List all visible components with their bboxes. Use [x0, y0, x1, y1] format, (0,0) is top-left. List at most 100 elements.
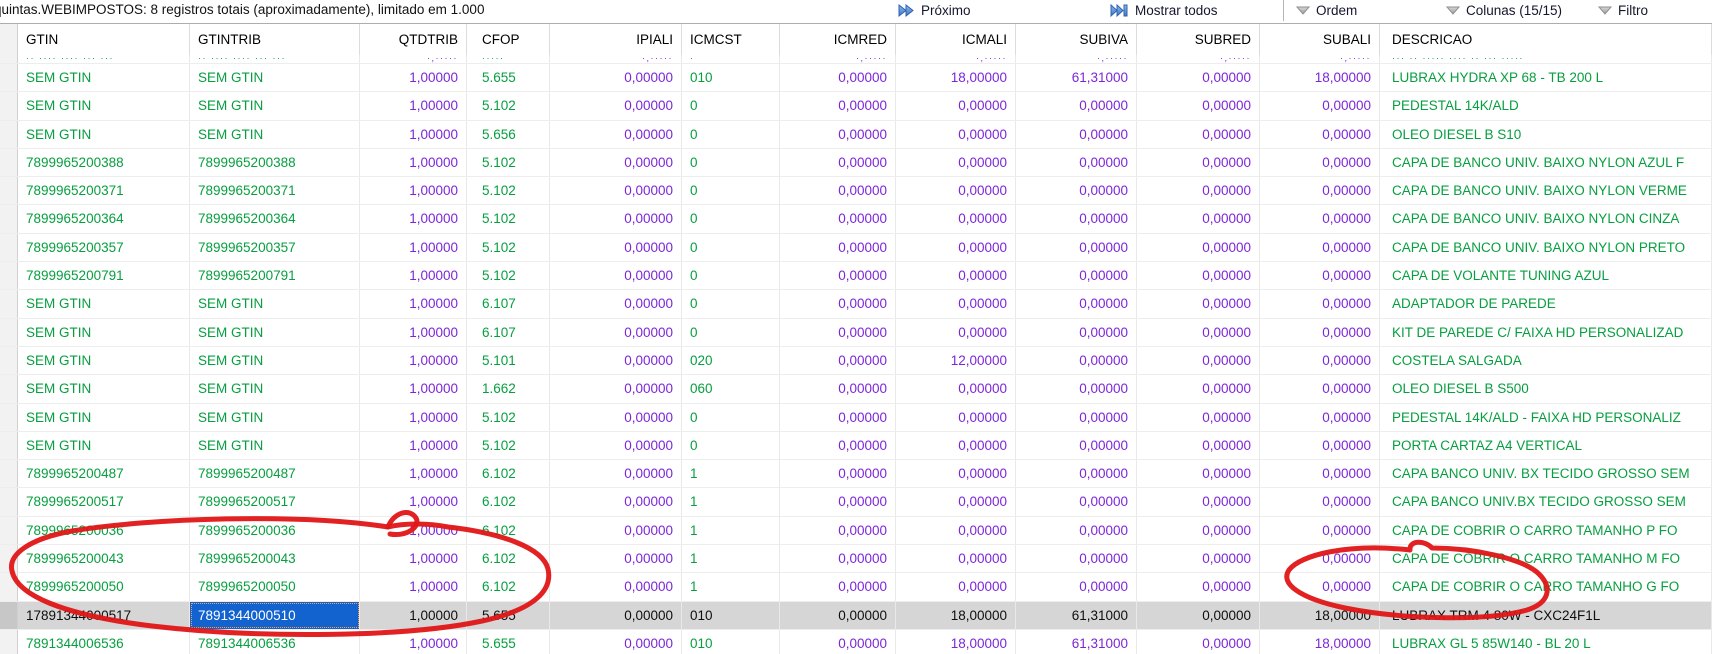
cell-descricao[interactable]: CAPA DE COBRIR O CARRO TAMANHO P FO: [1380, 517, 1712, 544]
cell-descricao[interactable]: OLEO DIESEL B S500: [1380, 375, 1712, 402]
cell-icmred[interactable]: 0,00000: [780, 573, 896, 600]
cell-gtin[interactable]: 7899965200364: [18, 205, 190, 232]
clipped-cell-qtdtrib[interactable]: ·,·····: [360, 55, 467, 63]
cell-icmcst[interactable]: 0: [682, 290, 780, 317]
table-row[interactable]: SEM GTINSEM GTIN1,000005.6560,0000000,00…: [0, 121, 1712, 149]
cell-icmred[interactable]: 0,00000: [780, 375, 896, 402]
cell-subali[interactable]: 0,00000: [1260, 488, 1380, 515]
cell-subiva[interactable]: 0,00000: [1016, 404, 1137, 431]
cell-icmcst[interactable]: 0: [682, 121, 780, 148]
clipped-row[interactable]: ·· ···· ···· ··· ····· ···· ···· ··· ···…: [0, 55, 1712, 64]
cell-icmred[interactable]: 0,00000: [780, 290, 896, 317]
cell-subred[interactable]: 0,00000: [1137, 121, 1260, 148]
cell-subiva[interactable]: 0,00000: [1016, 517, 1137, 544]
cell-cfop[interactable]: 5.102: [467, 205, 550, 232]
cell-subiva[interactable]: 0,00000: [1016, 347, 1137, 374]
cell-icmred[interactable]: 0,00000: [780, 545, 896, 572]
cell-icmred[interactable]: 0,00000: [780, 404, 896, 431]
clipped-cell-icmred[interactable]: ·,·····: [780, 55, 896, 63]
table-row[interactable]: SEM GTINSEM GTIN1,000005.6550,000000100,…: [0, 64, 1712, 92]
cell-cfop[interactable]: 6.102: [467, 488, 550, 515]
cell-qtdtrib[interactable]: 1,00000: [360, 432, 467, 459]
cell-descricao[interactable]: PORTA CARTAZ A4 VERTICAL: [1380, 432, 1712, 459]
cell-qtdtrib[interactable]: 1,00000: [360, 121, 467, 148]
cell-gtin[interactable]: 7899965200371: [18, 177, 190, 204]
cell-icmali[interactable]: 18,00000: [896, 64, 1016, 91]
cell-subred[interactable]: 0,00000: [1137, 234, 1260, 261]
cell-ipiali[interactable]: 0,00000: [550, 404, 682, 431]
clipped-cell-gtin[interactable]: ·· ···· ···· ··· ···: [18, 55, 190, 63]
cell-icmali[interactable]: 18,00000: [896, 630, 1016, 654]
cell-icmred[interactable]: 0,00000: [780, 488, 896, 515]
cell-subali[interactable]: 18,00000: [1260, 64, 1380, 91]
cell-icmred[interactable]: 0,00000: [780, 432, 896, 459]
cell-gtin[interactable]: SEM GTIN: [18, 404, 190, 431]
cell-icmali[interactable]: 0,00000: [896, 460, 1016, 487]
cell-gtintrib[interactable]: 7899965200036: [190, 517, 360, 544]
cell-subiva[interactable]: 0,00000: [1016, 177, 1137, 204]
cell-ipiali[interactable]: 0,00000: [550, 149, 682, 176]
cell-descricao[interactable]: CAPA DE COBRIR O CARRO TAMANHO G FO: [1380, 573, 1712, 600]
cell-icmred[interactable]: 0,00000: [780, 630, 896, 654]
cell-subred[interactable]: 0,00000: [1137, 347, 1260, 374]
cell-ipiali[interactable]: 0,00000: [550, 347, 682, 374]
row-gutter[interactable]: [0, 177, 18, 204]
table-row[interactable]: SEM GTINSEM GTIN1,000001.6620,000000600,…: [0, 375, 1712, 403]
cell-gtintrib[interactable]: SEM GTIN: [190, 64, 360, 91]
table-row[interactable]: SEM GTINSEM GTIN1,000005.1010,000000200,…: [0, 347, 1712, 375]
cell-cfop[interactable]: 5.655: [467, 630, 550, 654]
cell-gtintrib[interactable]: SEM GTIN: [190, 290, 360, 317]
cell-icmali[interactable]: 0,00000: [896, 177, 1016, 204]
row-gutter[interactable]: [0, 92, 18, 119]
cell-descricao[interactable]: PEDESTAL 14K/ALD - FAIXA HD PERSONALIZ: [1380, 404, 1712, 431]
cell-ipiali[interactable]: 0,00000: [550, 262, 682, 289]
column-header-qtdtrib[interactable]: QTDTRIB: [360, 24, 467, 55]
cell-gtintrib[interactable]: 7899965200371: [190, 177, 360, 204]
cell-gtin[interactable]: 7899965200043: [18, 545, 190, 572]
row-gutter[interactable]: [0, 432, 18, 459]
cell-qtdtrib[interactable]: 1,00000: [360, 602, 467, 629]
cell-cfop[interactable]: 5.102: [467, 404, 550, 431]
cell-subali[interactable]: 0,00000: [1260, 573, 1380, 600]
cell-subred[interactable]: 0,00000: [1137, 517, 1260, 544]
cell-icmali[interactable]: 18,00000: [896, 602, 1016, 629]
table-row[interactable]: 789996520037178999652003711,000005.1020,…: [0, 177, 1712, 205]
cell-gtintrib[interactable]: 7899965200388: [190, 149, 360, 176]
cell-icmali[interactable]: 0,00000: [896, 121, 1016, 148]
cell-icmali[interactable]: 0,00000: [896, 234, 1016, 261]
cell-gtin[interactable]: 7899965200517: [18, 488, 190, 515]
row-gutter[interactable]: [0, 319, 18, 346]
cell-gtintrib[interactable]: SEM GTIN: [190, 92, 360, 119]
cell-gtin[interactable]: 7899965200791: [18, 262, 190, 289]
cell-icmcst[interactable]: 1: [682, 460, 780, 487]
clipped-cell-subali[interactable]: ·,·····: [1260, 55, 1380, 63]
cell-ipiali[interactable]: 0,00000: [550, 121, 682, 148]
cell-gtin[interactable]: 7899965200050: [18, 573, 190, 600]
cell-gtintrib[interactable]: SEM GTIN: [190, 404, 360, 431]
cell-gtin[interactable]: SEM GTIN: [18, 290, 190, 317]
cell-descricao[interactable]: CAPA DE BANCO UNIV. BAIXO NYLON AZUL F: [1380, 149, 1712, 176]
cell-cfop[interactable]: 5.102: [467, 149, 550, 176]
row-gutter[interactable]: [0, 347, 18, 374]
cell-gtin[interactable]: 7899965200487: [18, 460, 190, 487]
cell-cfop[interactable]: 5.655: [467, 64, 550, 91]
cell-gtintrib[interactable]: SEM GTIN: [190, 432, 360, 459]
cell-icmcst[interactable]: 1: [682, 488, 780, 515]
cell-subiva[interactable]: 0,00000: [1016, 573, 1137, 600]
cell-subiva[interactable]: 0,00000: [1016, 290, 1137, 317]
cell-ipiali[interactable]: 0,00000: [550, 517, 682, 544]
cell-qtdtrib[interactable]: 1,00000: [360, 234, 467, 261]
cell-icmcst[interactable]: 1: [682, 573, 780, 600]
cell-icmcst[interactable]: 0: [682, 177, 780, 204]
cell-cfop[interactable]: 5.101: [467, 347, 550, 374]
cell-subali[interactable]: 0,00000: [1260, 319, 1380, 346]
cell-icmred[interactable]: 0,00000: [780, 121, 896, 148]
cell-icmcst[interactable]: 0: [682, 404, 780, 431]
cell-icmali[interactable]: 0,00000: [896, 290, 1016, 317]
cell-icmred[interactable]: 0,00000: [780, 64, 896, 91]
cell-subred[interactable]: 0,00000: [1137, 573, 1260, 600]
cell-gtin[interactable]: SEM GTIN: [18, 319, 190, 346]
cell-cfop[interactable]: 5.102: [467, 234, 550, 261]
cell-qtdtrib[interactable]: 1,00000: [360, 177, 467, 204]
cell-gtintrib[interactable]: SEM GTIN: [190, 121, 360, 148]
